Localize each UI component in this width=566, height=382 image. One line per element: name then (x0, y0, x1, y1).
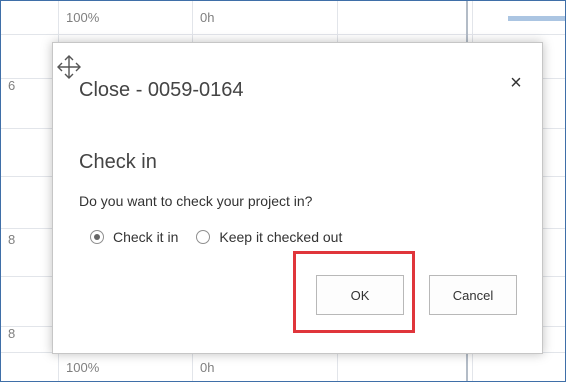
section-title: Check in (79, 151, 157, 173)
dialog-title: Close - 0059-0164 (79, 79, 244, 101)
question-text: Do you want to check your project in? (79, 193, 313, 209)
check-in-options: Check it in Keep it checked out (90, 229, 360, 245)
radio-label-keep-checked-out[interactable]: Keep it checked out (219, 229, 342, 245)
radio-label-check-it-in[interactable]: Check it in (113, 229, 178, 245)
radio-keep-checked-out[interactable] (196, 230, 211, 244)
cancel-button[interactable]: Cancel (429, 275, 517, 315)
check-in-dialog: Close - 0059-0164 × Check in Do you want… (52, 42, 543, 354)
close-icon[interactable]: × (506, 73, 526, 93)
move-icon[interactable] (55, 53, 83, 81)
radio-check-it-in[interactable] (90, 230, 104, 244)
ok-button[interactable]: OK (316, 275, 404, 315)
